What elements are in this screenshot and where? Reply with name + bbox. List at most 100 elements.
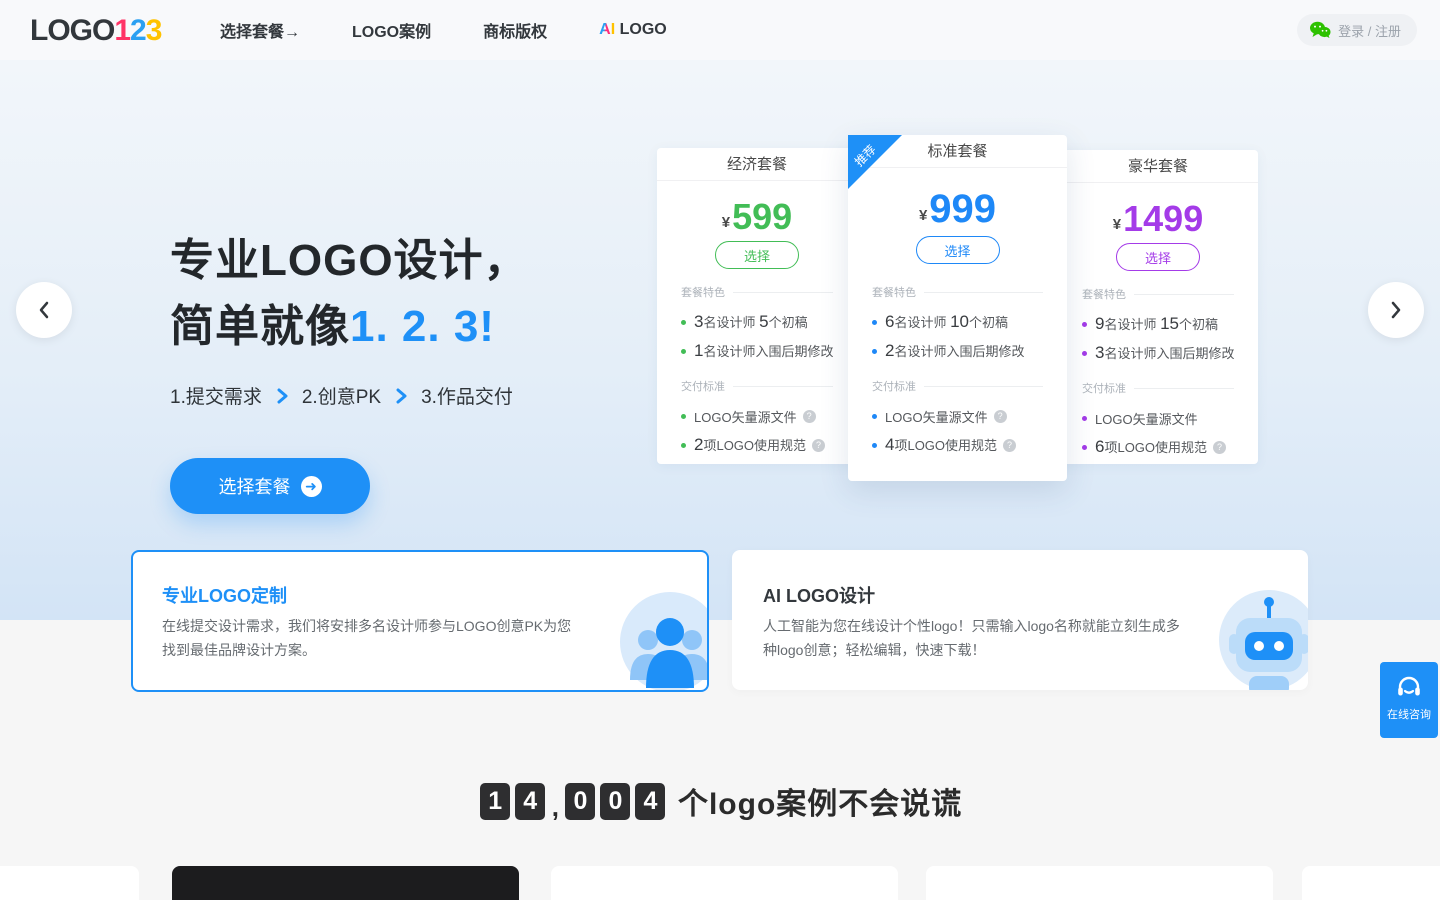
gallery-card[interactable] [172,866,519,900]
plan-price: ¥1499 [1058,201,1258,237]
bullet-dot [681,414,686,419]
feature-row: 2名设计师入围后期修改 [872,341,1043,361]
robot-icon [1219,590,1308,690]
counter-digit: 4 [635,783,665,820]
delivery-row: LOGO矢量源文件? [681,406,833,426]
bullet-dot [872,414,877,419]
plan-name: 豪华套餐 [1058,150,1258,183]
plan-price: ¥999 [848,190,1067,228]
bullet-dot [1082,322,1087,327]
info-card-title: 专业LOGO定制 [162,582,287,608]
step-1: 1.提交需求 [170,382,262,409]
currency-symbol: ¥ [722,214,730,231]
delivery-label: 交付标准 [1082,380,1234,396]
feature-row: 6名设计师 10个初稿 [872,312,1043,332]
plan-price: ¥599 [657,199,857,235]
case-counter: 1 4 , 0 0 4 个logo案例不会说谎 [0,779,1440,823]
carousel-prev-button[interactable] [16,282,72,338]
step-3: 3.作品交付 [421,382,513,409]
counter-digit: 4 [515,783,545,820]
nav-item-choose-plan[interactable]: 选择套餐→ [220,18,300,42]
bullet-dot [872,443,877,448]
chevron-right-icon [276,387,288,405]
delivery-label: 交付标准 [872,378,1043,394]
select-plan-button[interactable]: 选择 [916,236,1000,264]
nav-menu: 选择套餐→ LOGO案例 商标版权 AI LOGO [220,0,667,60]
currency-symbol: ¥ [919,207,927,224]
bullet-dot [681,349,686,354]
feature-row: 3名设计师入围后期修改 [1082,343,1234,363]
carousel-next-button[interactable] [1368,282,1424,338]
currency-symbol: ¥ [1113,216,1121,233]
select-plan-button[interactable]: 选择 [1116,243,1200,271]
hero-title-line2: 简单就像 [170,302,350,351]
plan-card-deluxe: 豪华套餐 ¥1499 选择 套餐特色 9名设计师 15个初稿 3名设计师入围后期… [1058,150,1258,464]
help-icon[interactable]: ? [994,410,1007,423]
info-card-title: AI LOGO设计 [763,582,875,608]
features-label: 套餐特色 [872,284,1043,300]
gallery-card[interactable] [926,866,1273,900]
people-group-icon [620,592,709,692]
price-value: 599 [732,196,792,237]
plan-card-standard: 标准套餐 推荐 ¥999 选择 套餐特色 6名设计师 10个初稿 2名设计师入围… [848,135,1067,481]
chevron-right-icon [395,387,407,405]
counter-digit: 0 [565,783,595,820]
bullet-dot [1082,445,1087,450]
hero-title-accent: 1. 2. 3! [350,302,495,351]
help-icon[interactable]: ? [1003,439,1016,452]
gallery-card[interactable] [1302,866,1440,900]
info-card-body: 在线提交设计需求，我们将安排多名设计师参与LOGO创意PK为您找到最佳品牌设计方… [162,614,582,662]
step-2: 2.创意PK [302,382,381,409]
bullet-dot [681,320,686,325]
help-icon[interactable]: ? [812,439,825,452]
feature-row: 9名设计师 15个初稿 [1082,314,1234,334]
counter-suffix: 个logo案例不会说谎 [678,779,962,823]
headset-icon [1396,674,1422,700]
help-icon[interactable]: ? [803,410,816,423]
choose-plan-label: 选择套餐 [219,473,291,499]
hero-steps: 1.提交需求 2.创意PK 3.作品交付 [170,382,513,409]
features-label: 套餐特色 [1082,286,1234,302]
price-value: 999 [929,187,996,231]
bullet-dot [1082,351,1087,356]
nav-item-logo-cases[interactable]: LOGO案例 [352,18,431,42]
arrow-right-circle-icon: ➜ [301,476,322,497]
nav-item-ai-logo[interactable]: AI LOGO [599,21,667,39]
plan-card-economy: 经济套餐 ¥599 选择 套餐特色 3名设计师 5个初稿 1名设计师入围后期修改… [657,148,857,464]
features-label: 套餐特色 [681,284,833,300]
feature-row: 1名设计师入围后期修改 [681,341,833,361]
delivery-row: LOGO矢量源文件? [872,406,1043,426]
online-support-widget[interactable]: 在线咨询 [1380,662,1438,738]
top-navbar: LOGO123 选择套餐→ LOGO案例 商标版权 AI LOGO 登录 / 注… [0,0,1440,60]
counter-separator: , [552,792,559,823]
delivery-row: 4项LOGO使用规范? [872,435,1043,455]
delivery-row: 2项LOGO使用规范? [681,435,833,455]
gallery-card[interactable] [0,866,139,900]
hero-title-line1: 专业LOGO设计， [170,236,529,285]
site-logo[interactable]: LOGO123 [30,14,161,48]
nav-item-trademark[interactable]: 商标版权 [483,18,547,42]
delivery-label: 交付标准 [681,378,833,394]
price-value: 1499 [1123,198,1203,239]
select-plan-button[interactable]: 选择 [715,241,799,269]
tab-card-ai-logo[interactable]: AI LOGO设计 人工智能为您在线设计个性logo！只需输入logo名称就能立… [732,550,1308,690]
counter-digit: 1 [480,783,510,820]
help-icon[interactable]: ? [1213,441,1226,454]
bullet-dot [872,349,877,354]
gallery-card[interactable] [551,866,898,900]
page: 专业LOGO设计， 简单就像1. 2. 3! 1.提交需求 2.创意PK 3.作… [0,0,1440,900]
login-register-button[interactable]: 登录 / 注册 [1297,14,1417,46]
info-card-body: 人工智能为您在线设计个性logo！只需输入logo名称就能立刻生成多种logo创… [763,614,1183,662]
hero-title: 专业LOGO设计， 简单就像1. 2. 3! [170,228,529,360]
hero-section: 专业LOGO设计， 简单就像1. 2. 3! 1.提交需求 2.创意PK 3.作… [0,60,1440,620]
bullet-dot [1082,416,1087,421]
choose-plan-button[interactable]: 选择套餐 ➜ [170,458,370,514]
bullet-dot [872,320,877,325]
wechat-icon [1309,21,1331,39]
online-support-label: 在线咨询 [1387,706,1431,722]
tab-card-custom-logo[interactable]: 专业LOGO定制 在线提交设计需求，我们将安排多名设计师参与LOGO创意PK为您… [131,550,709,692]
plan-name: 经济套餐 [657,148,857,181]
counter-digit: 0 [600,783,630,820]
bullet-dot [681,443,686,448]
delivery-row: 6项LOGO使用规范? [1082,437,1234,457]
